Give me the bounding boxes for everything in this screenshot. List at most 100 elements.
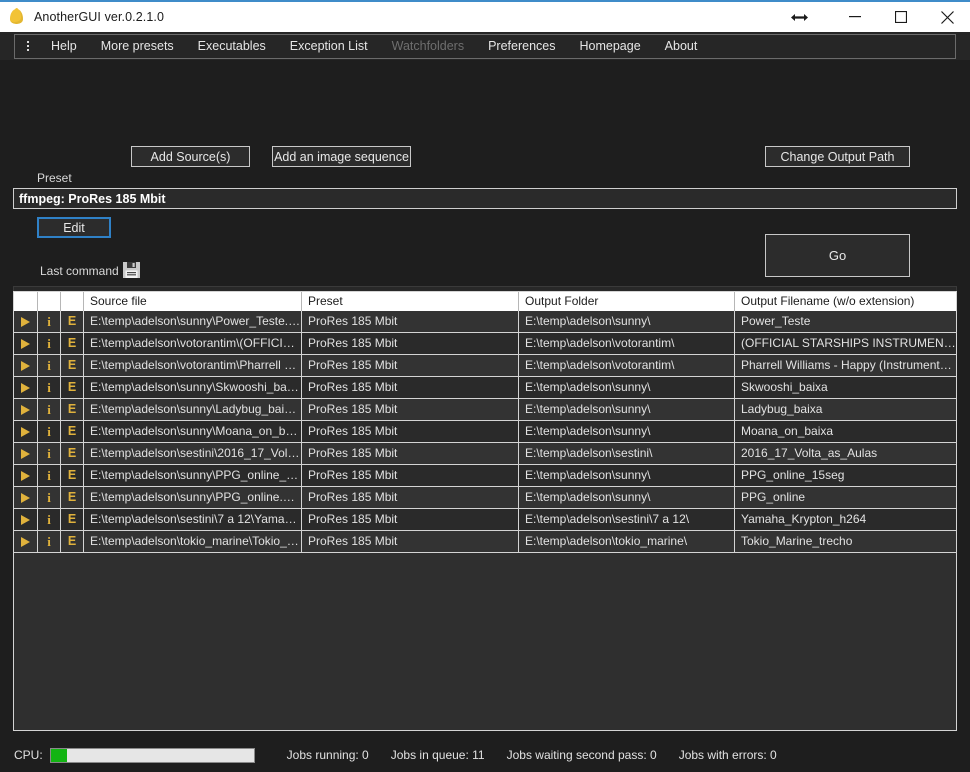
row-preset[interactable]: ProRes 185 Mbit <box>302 465 519 486</box>
row-output-folder[interactable]: E:\temp\adelson\sunny\ <box>519 487 735 508</box>
row-source-file[interactable]: E:\temp\adelson\sestini\7 a 12\Yamaha_..… <box>84 509 302 530</box>
row-source-file[interactable]: E:\temp\adelson\tokio_marine\Tokio_Mari.… <box>84 531 302 552</box>
row-error-button[interactable]: E <box>61 399 84 420</box>
floppy-disk-icon[interactable] <box>123 262 140 278</box>
table-row[interactable]: i E E:\temp\adelson\sunny\Power_Teste.mp4 P… <box>14 311 956 333</box>
row-source-file[interactable]: E:\temp\adelson\sestini\2016_17_Volta_a.… <box>84 443 302 464</box>
row-info-button[interactable]: i <box>38 487 61 508</box>
table-row[interactable]: i E E:\temp\adelson\sunny\PPG_online_15se.… <box>14 465 956 487</box>
menu-item-homepage[interactable]: Homepage <box>568 35 653 58</box>
row-play-button[interactable] <box>14 311 38 332</box>
row-output-folder[interactable]: E:\temp\adelson\sunny\ <box>519 399 735 420</box>
row-source-file[interactable]: E:\temp\adelson\sunny\PPG_online_15se... <box>84 465 302 486</box>
row-error-button[interactable]: E <box>61 377 84 398</box>
column-header-error[interactable] <box>61 292 84 311</box>
row-play-button[interactable] <box>14 465 38 486</box>
row-output-folder[interactable]: E:\temp\adelson\votorantim\ <box>519 333 735 354</box>
row-output-filename[interactable]: Ladybug_baixa <box>735 399 956 420</box>
row-source-file[interactable]: E:\temp\adelson\sunny\Skwooshi_baixa.... <box>84 377 302 398</box>
row-play-button[interactable] <box>14 443 38 464</box>
row-preset[interactable]: ProRes 185 Mbit <box>302 355 519 376</box>
row-info-button[interactable]: i <box>38 509 61 530</box>
row-output-filename[interactable]: 2016_17_Volta_as_Aulas <box>735 443 956 464</box>
go-button[interactable]: Go <box>765 234 910 277</box>
row-error-button[interactable]: E <box>61 333 84 354</box>
row-preset[interactable]: ProRes 185 Mbit <box>302 333 519 354</box>
table-row[interactable]: i E E:\temp\adelson\votorantim\Pharrell Wi… <box>14 355 956 377</box>
row-info-button[interactable]: i <box>38 399 61 420</box>
row-play-button[interactable] <box>14 509 38 530</box>
menu-item-about[interactable]: About <box>653 35 710 58</box>
menu-item-help[interactable]: Help <box>39 35 89 58</box>
kebab-menu-icon[interactable] <box>23 39 33 53</box>
column-header-source-file[interactable]: Source file <box>84 292 302 311</box>
row-play-button[interactable] <box>14 421 38 442</box>
row-error-button[interactable]: E <box>61 465 84 486</box>
row-info-button[interactable]: i <box>38 465 61 486</box>
table-row[interactable]: i E E:\temp\adelson\sestini\2016_17_Volta_… <box>14 443 956 465</box>
maximize-icon[interactable] <box>878 2 924 32</box>
row-info-button[interactable]: i <box>38 443 61 464</box>
row-output-filename[interactable]: (OFFICIAL STARSHIPS INSTRUMENTAL... <box>735 333 956 354</box>
row-output-filename[interactable]: Yamaha_Krypton_h264 <box>735 509 956 530</box>
preset-field[interactable]: ffmpeg: ProRes 185 Mbit <box>13 188 957 209</box>
row-error-button[interactable]: E <box>61 531 84 552</box>
table-row[interactable]: i E E:\temp\adelson\sunny\Ladybug_baixa.m.… <box>14 399 956 421</box>
row-output-filename[interactable]: PPG_online <box>735 487 956 508</box>
column-header-output-filename[interactable]: Output Filename (w/o extension) <box>735 292 956 311</box>
row-source-file[interactable]: E:\temp\adelson\votorantim\(OFFICIAL S..… <box>84 333 302 354</box>
row-info-button[interactable]: i <box>38 355 61 376</box>
row-output-filename[interactable]: Moana_on_baixa <box>735 421 956 442</box>
row-output-filename[interactable]: Power_Teste <box>735 311 956 332</box>
table-row[interactable]: i E E:\temp\adelson\tokio_marine\Tokio_Mar… <box>14 531 956 553</box>
row-output-folder[interactable]: E:\temp\adelson\votorantim\ <box>519 355 735 376</box>
row-play-button[interactable] <box>14 355 38 376</box>
row-preset[interactable]: ProRes 185 Mbit <box>302 487 519 508</box>
menu-item-exception-list[interactable]: Exception List <box>278 35 380 58</box>
add-sources-button[interactable]: Add Source(s) <box>131 146 250 167</box>
column-header-info[interactable] <box>38 292 61 311</box>
add-image-sequence-button[interactable]: Add an image sequence <box>272 146 411 167</box>
row-info-button[interactable]: i <box>38 377 61 398</box>
row-output-folder[interactable]: E:\temp\adelson\sunny\ <box>519 465 735 486</box>
column-header-play[interactable] <box>14 292 38 311</box>
row-source-file[interactable]: E:\temp\adelson\sunny\Ladybug_baixa.m... <box>84 399 302 420</box>
row-preset[interactable]: ProRes 185 Mbit <box>302 311 519 332</box>
row-preset[interactable]: ProRes 185 Mbit <box>302 531 519 552</box>
table-row[interactable]: i E E:\temp\adelson\sunny\Moana_on_baixa..… <box>14 421 956 443</box>
change-output-path-button[interactable]: Change Output Path <box>765 146 910 167</box>
resize-icon[interactable] <box>766 2 832 32</box>
row-output-folder[interactable]: E:\temp\adelson\tokio_marine\ <box>519 531 735 552</box>
row-output-filename[interactable]: Skwooshi_baixa <box>735 377 956 398</box>
row-output-filename[interactable]: Pharrell Williams - Happy (Instrumental)… <box>735 355 956 376</box>
row-info-button[interactable]: i <box>38 311 61 332</box>
row-error-button[interactable]: E <box>61 421 84 442</box>
row-source-file[interactable]: E:\temp\adelson\sunny\Power_Teste.mp4 <box>84 311 302 332</box>
column-header-preset[interactable]: Preset <box>302 292 519 311</box>
table-row[interactable]: i E E:\temp\adelson\votorantim\(OFFICIAL S… <box>14 333 956 355</box>
row-info-button[interactable]: i <box>38 421 61 442</box>
row-output-folder[interactable]: E:\temp\adelson\sestini\ <box>519 443 735 464</box>
row-preset[interactable]: ProRes 185 Mbit <box>302 509 519 530</box>
row-error-button[interactable]: E <box>61 311 84 332</box>
row-output-filename[interactable]: Tokio_Marine_trecho <box>735 531 956 552</box>
row-error-button[interactable]: E <box>61 355 84 376</box>
column-header-output-folder[interactable]: Output Folder <box>519 292 735 311</box>
row-output-folder[interactable]: E:\temp\adelson\sunny\ <box>519 311 735 332</box>
table-row[interactable]: i E E:\temp\adelson\sunny\Skwooshi_baixa..… <box>14 377 956 399</box>
row-error-button[interactable]: E <box>61 443 84 464</box>
menu-item-preferences[interactable]: Preferences <box>476 35 567 58</box>
row-source-file[interactable]: E:\temp\adelson\sunny\Moana_on_baixa.... <box>84 421 302 442</box>
row-output-filename[interactable]: PPG_online_15seg <box>735 465 956 486</box>
menu-item-more-presets[interactable]: More presets <box>89 35 186 58</box>
minimize-icon[interactable] <box>832 2 878 32</box>
row-output-folder[interactable]: E:\temp\adelson\sestini\7 a 12\ <box>519 509 735 530</box>
row-info-button[interactable]: i <box>38 531 61 552</box>
row-preset[interactable]: ProRes 185 Mbit <box>302 421 519 442</box>
row-preset[interactable]: ProRes 185 Mbit <box>302 377 519 398</box>
row-play-button[interactable] <box>14 377 38 398</box>
row-play-button[interactable] <box>14 487 38 508</box>
row-error-button[interactable]: E <box>61 487 84 508</box>
row-play-button[interactable] <box>14 399 38 420</box>
close-icon[interactable] <box>924 2 970 32</box>
